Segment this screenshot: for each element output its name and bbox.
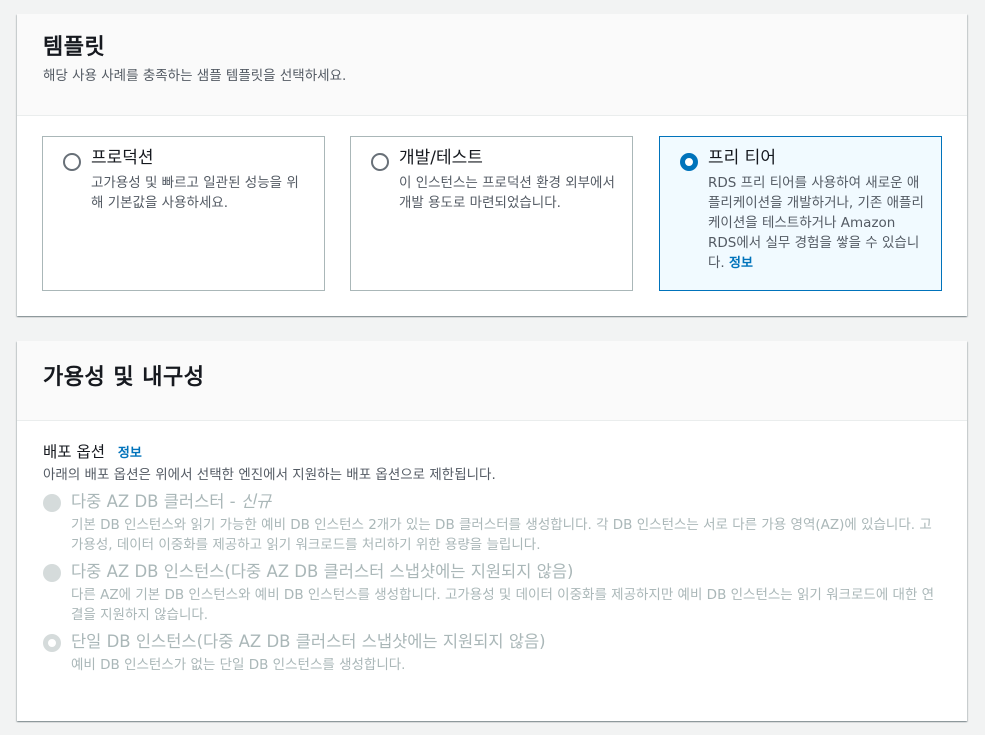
templates-title: 템플릿 <box>43 35 106 60</box>
option-multi-az-instance-title: 다중 AZ DB 인스턴스(다중 AZ DB 클러스터 스냅샷에는 지원되지 않… <box>71 562 574 581</box>
tile-dev-test[interactable]: 개발/테스트 이 인스턴스는 프로덕션 환경 외부에서 개발 용도로 마련되었습… <box>350 136 633 291</box>
option-multi-az-cluster-title-row: 다중 AZ DB 클러스터 - 신규 <box>71 489 941 515</box>
option-single-instance-title: 단일 DB 인스턴스(다중 AZ DB 클러스터 스냅샷에는 지원되지 않음) <box>71 632 546 651</box>
deployment-info-link[interactable]: 정보 <box>118 446 142 461</box>
option-multi-az-instance[interactable]: 다중 AZ DB 인스턴스(다중 AZ DB 클러스터 스냅샷에는 지원되지 않… <box>43 559 941 625</box>
tile-production[interactable]: 프로덕션 고가용성 및 빠르고 일관된 성능을 위해 기본값을 사용하세요. <box>42 136 325 291</box>
new-tag: 신규 <box>240 492 272 511</box>
free-tier-info-link[interactable]: 정보 <box>729 256 753 271</box>
option-multi-az-instance-description: 다른 AZ에 기본 DB 인스턴스와 예비 DB 인스턴스를 생성합니다. 고가… <box>71 587 935 623</box>
production-radio[interactable] <box>63 153 81 171</box>
tile-dev-test-label: 개발/테스트 <box>399 148 483 168</box>
templates-header: 템플릿 해당 사용 사례를 충족하는 샘플 템플릿을 선택하세요. <box>17 14 967 116</box>
deployment-options-field: 배포 옵션 정보 아래의 배포 옵션은 위에서 선택한 엔진에서 지원하는 배포… <box>43 441 941 675</box>
deployment-options-label: 배포 옵션 <box>43 443 105 461</box>
tile-free-tier-description-wrap: RDS 프리 티어를 사용하여 새로운 애플리케이션을 개발하거나, 기존 애플… <box>708 173 927 274</box>
free-tier-radio[interactable] <box>680 153 698 171</box>
option-single-instance-description: 예비 DB 인스턴스가 없는 단일 DB 인스턴스를 생성합니다. <box>71 657 406 673</box>
multi-az-cluster-radio[interactable] <box>43 494 61 512</box>
availability-title: 가용성 및 내구성 <box>43 365 205 390</box>
dev-test-radio[interactable] <box>371 153 389 171</box>
availability-panel: 가용성 및 내구성 배포 옵션 정보 아래의 배포 옵션은 위에서 선택한 엔진… <box>17 341 967 721</box>
option-multi-az-cluster-title: 다중 AZ DB 클러스터 - <box>71 492 241 511</box>
tile-free-tier-label: 프리 티어 <box>708 148 776 168</box>
deployment-options-description: 아래의 배포 옵션은 위에서 선택한 엔진에서 지원하는 배포 옵션으로 제한됩… <box>43 467 496 483</box>
tile-production-label: 프로덕션 <box>91 148 154 168</box>
multi-az-instance-radio[interactable] <box>43 564 61 582</box>
templates-description: 해당 사용 사례를 충족하는 샘플 템플릿을 선택하세요. <box>43 68 347 84</box>
option-multi-az-cluster[interactable]: 다중 AZ DB 클러스터 - 신규 기본 DB 인스턴스와 읽기 가능한 예비… <box>43 489 941 555</box>
option-multi-az-cluster-description: 기본 DB 인스턴스와 읽기 가능한 예비 DB 인스턴스 2개가 있는 DB … <box>71 517 932 553</box>
tile-dev-test-description: 이 인스턴스는 프로덕션 환경 외부에서 개발 용도로 마련되었습니다. <box>399 175 615 211</box>
tile-production-description: 고가용성 및 빠르고 일관된 성능을 위해 기본값을 사용하세요. <box>91 175 299 211</box>
tile-free-tier[interactable]: 프리 티어 RDS 프리 티어를 사용하여 새로운 애플리케이션을 개발하거나,… <box>659 136 942 291</box>
availability-header: 가용성 및 내구성 <box>17 341 967 421</box>
single-instance-radio[interactable] <box>43 634 61 652</box>
template-tiles: 프로덕션 고가용성 및 빠르고 일관된 성능을 위해 기본값을 사용하세요. 개… <box>42 136 942 292</box>
templates-panel: 템플릿 해당 사용 사례를 충족하는 샘플 템플릿을 선택하세요. 프로덕션 고… <box>17 14 967 316</box>
option-single-instance[interactable]: 단일 DB 인스턴스(다중 AZ DB 클러스터 스냅샷에는 지원되지 않음) … <box>43 629 941 675</box>
deployment-options-label-row: 배포 옵션 정보 <box>43 441 941 465</box>
